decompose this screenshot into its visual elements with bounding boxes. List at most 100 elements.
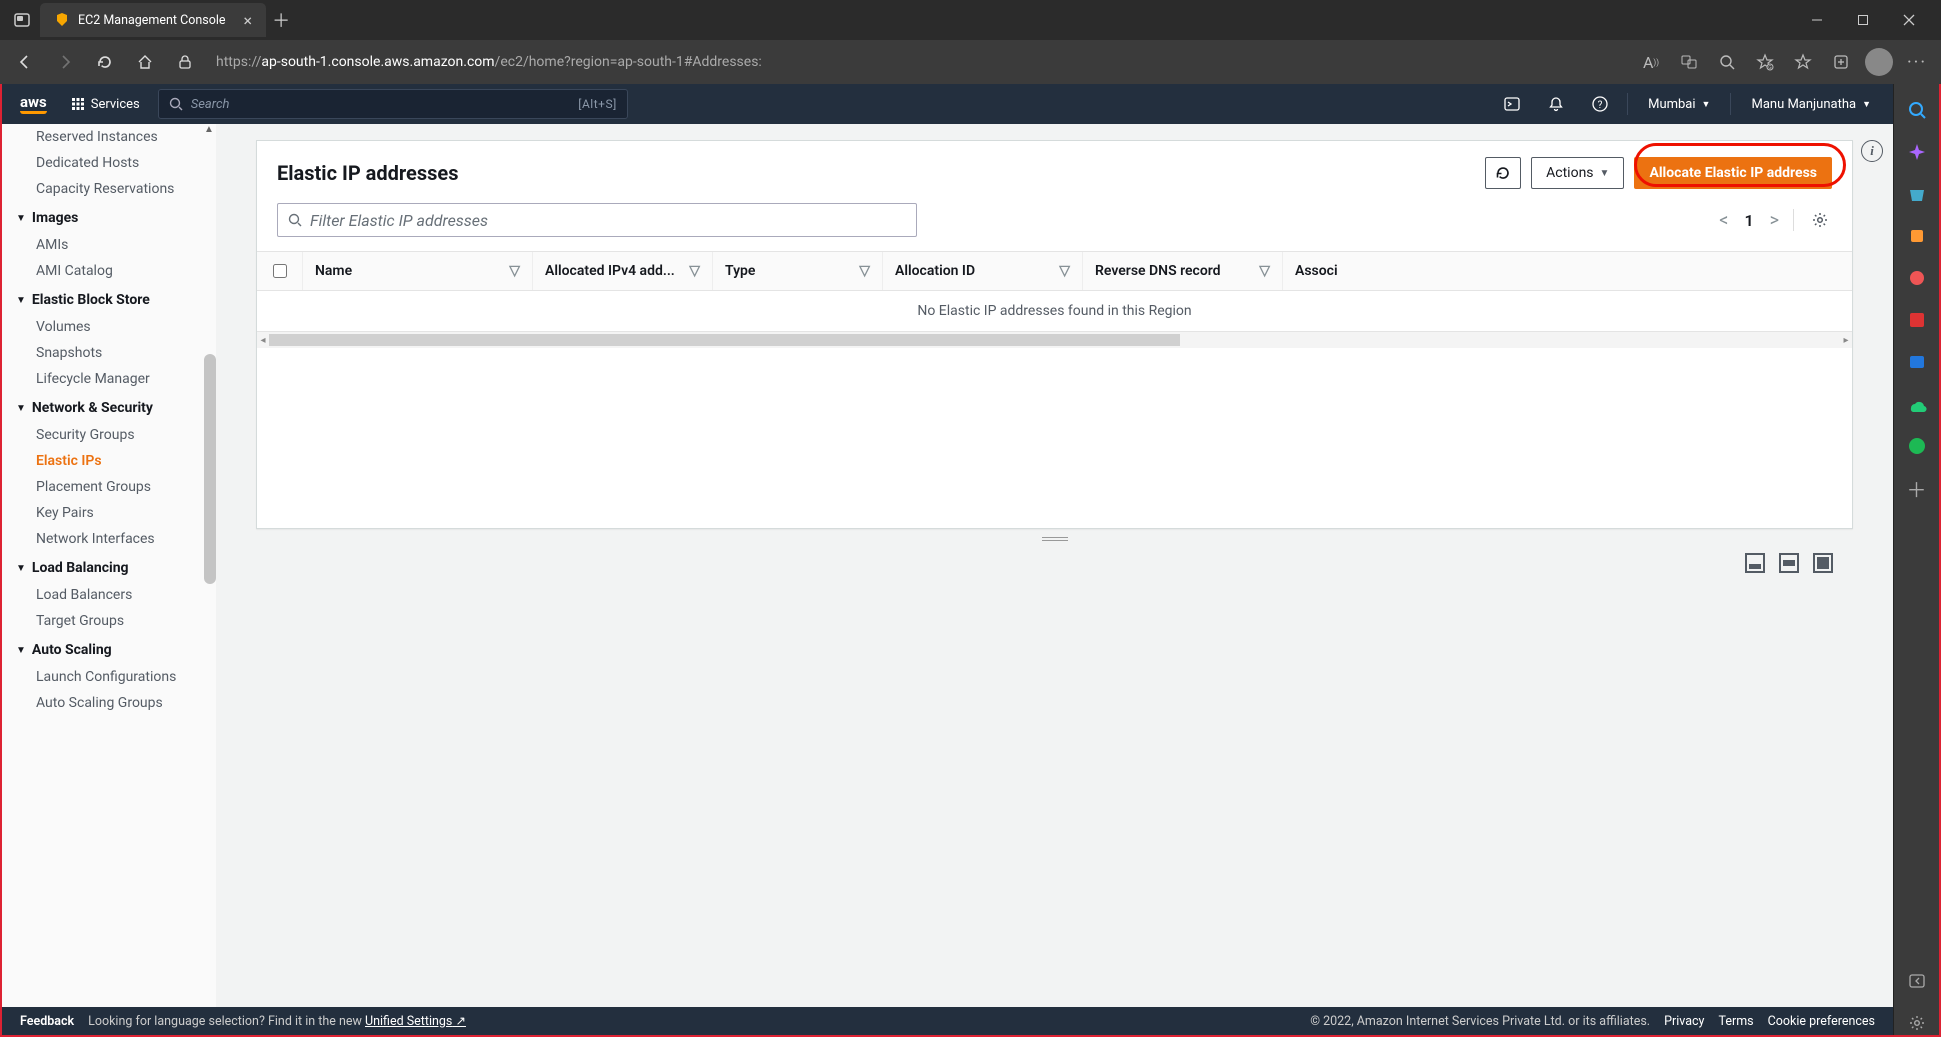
sidebar-item[interactable]: Load Balancers (2, 582, 216, 608)
sidebar-item[interactable]: Network Interfaces (2, 526, 216, 552)
allocate-elastic-ip-button[interactable]: Allocate Elastic IP address (1634, 157, 1832, 189)
sidebar-item[interactable]: AMIs (2, 232, 216, 258)
filter-placeholder: Filter Elastic IP addresses (310, 211, 488, 230)
sort-icon: ▽ (509, 263, 520, 279)
sidebar-item[interactable]: Lifecycle Manager (2, 366, 216, 392)
address-bar[interactable]: https://ap-south-1.console.aws.amazon.co… (208, 54, 1629, 70)
aws-logo[interactable]: aws (14, 95, 53, 114)
layout-side-icon[interactable] (1779, 553, 1799, 573)
aws-favicon-icon (54, 12, 70, 28)
services-menu[interactable]: Services (63, 97, 148, 112)
scrollbar-thumb[interactable] (204, 354, 216, 584)
edge-spotify-icon[interactable] (1905, 434, 1929, 458)
panel-splitter[interactable] (256, 529, 1853, 549)
profile-avatar[interactable] (1863, 46, 1895, 78)
sidebar-item[interactable]: Dedicated Hosts (2, 150, 216, 176)
sidebar-item[interactable]: Launch Configurations (2, 664, 216, 690)
footer-lang-text: Looking for language selection? Find it … (88, 1013, 466, 1029)
scroll-left-icon[interactable]: ◂ (257, 335, 269, 346)
ec2-sidebar[interactable]: ▲ Reserved Instances Dedicated Hosts Cap… (2, 124, 216, 1007)
sidebar-item[interactable]: Placement Groups (2, 474, 216, 500)
edge-copilot-icon[interactable] (1905, 140, 1929, 164)
collections-icon[interactable] (1825, 46, 1857, 78)
new-tab-button[interactable]: ＋ (266, 7, 296, 33)
details-panel-layout-controls (256, 549, 1853, 577)
sidebar-item-elastic-ips[interactable]: Elastic IPs (2, 448, 216, 474)
sidebar-item[interactable]: Capacity Reservations (2, 176, 216, 202)
sidebar-section-images[interactable]: ▼Images (2, 202, 216, 232)
close-window-button[interactable] (1887, 5, 1931, 35)
settings-gear-icon[interactable] (1808, 208, 1832, 232)
tab-overview-icon[interactable] (4, 0, 40, 40)
refresh-button[interactable] (1485, 157, 1521, 189)
favorites-star-icon[interactable]: G (1749, 46, 1781, 78)
prev-page-button[interactable]: < (1719, 210, 1728, 231)
back-button[interactable] (8, 45, 42, 79)
sidebar-section-net[interactable]: ▼Network & Security (2, 392, 216, 422)
scroll-up-icon[interactable]: ▲ (202, 124, 216, 138)
sidebar-item[interactable]: Key Pairs (2, 500, 216, 526)
footer-cookies[interactable]: Cookie preferences (1768, 1014, 1875, 1029)
favorites-icon[interactable] (1787, 46, 1819, 78)
edge-office-icon[interactable] (1905, 308, 1929, 332)
footer-terms[interactable]: Terms (1718, 1014, 1753, 1029)
sidebar-item[interactable]: Snapshots (2, 340, 216, 366)
edge-add-icon[interactable]: ＋ (1905, 476, 1929, 500)
edge-settings-gear-icon[interactable] (1905, 1011, 1929, 1035)
unified-settings-link[interactable]: Unified Settings ↗ (365, 1014, 466, 1029)
cloudshell-icon[interactable] (1495, 87, 1529, 121)
zoom-icon[interactable] (1711, 46, 1743, 78)
aws-logo-text: aws (20, 95, 47, 110)
hscroll-thumb[interactable] (269, 334, 1180, 346)
maximize-button[interactable] (1841, 5, 1885, 35)
horizontal-scrollbar[interactable]: ◂ ▸ (257, 332, 1852, 348)
browser-tab[interactable]: EC2 Management Console × (40, 3, 266, 37)
next-page-button[interactable]: > (1770, 210, 1779, 231)
select-all-checkbox[interactable] (257, 252, 303, 290)
edge-onedrive-icon[interactable] (1905, 392, 1929, 416)
sidebar-item[interactable]: Reserved Instances (2, 124, 216, 150)
sidebar-item[interactable]: Security Groups (2, 422, 216, 448)
th-type[interactable]: Type▽ (713, 252, 883, 290)
edge-games-icon[interactable] (1905, 266, 1929, 290)
filter-input[interactable]: Filter Elastic IP addresses (277, 203, 917, 237)
footer-privacy[interactable]: Privacy (1664, 1014, 1704, 1029)
th-name[interactable]: Name▽ (303, 252, 533, 290)
account-menu[interactable]: Manu Manjunatha▼ (1741, 97, 1881, 112)
edge-search-icon[interactable] (1905, 98, 1929, 122)
edge-tools-icon[interactable] (1905, 224, 1929, 248)
read-aloud-icon[interactable]: A)) (1635, 46, 1667, 78)
aws-search-input[interactable]: Search [Alt+S] (158, 89, 628, 119)
scroll-right-icon[interactable]: ▸ (1840, 335, 1852, 346)
actions-button[interactable]: Actions ▼ (1531, 157, 1624, 189)
refresh-button[interactable] (88, 45, 122, 79)
feedback-link[interactable]: Feedback (20, 1014, 74, 1029)
th-allocation-id[interactable]: Allocation ID▽ (883, 252, 1083, 290)
th-allocated-ipv4[interactable]: Allocated IPv4 add...▽ (533, 252, 713, 290)
th-reverse-dns[interactable]: Reverse DNS record▽ (1083, 252, 1283, 290)
close-tab-icon[interactable]: × (244, 11, 253, 30)
page-number: 1 (1744, 211, 1753, 230)
edge-outlook-icon[interactable] (1905, 350, 1929, 374)
edge-shopping-icon[interactable] (1905, 182, 1929, 206)
edge-collapse-icon[interactable] (1905, 969, 1929, 993)
region-selector[interactable]: Mumbai▼ (1638, 97, 1720, 112)
minimize-button[interactable] (1795, 5, 1839, 35)
info-icon[interactable]: i (1861, 140, 1883, 162)
sidebar-item[interactable]: AMI Catalog (2, 258, 216, 284)
sidebar-item[interactable]: Auto Scaling Groups (2, 690, 216, 716)
more-menu-icon[interactable]: ··· (1901, 46, 1933, 78)
layout-full-icon[interactable] (1813, 553, 1833, 573)
home-button[interactable] (128, 45, 162, 79)
sidebar-item[interactable]: Volumes (2, 314, 216, 340)
notifications-bell-icon[interactable] (1539, 87, 1573, 121)
layout-bottom-icon[interactable] (1745, 553, 1765, 573)
help-icon[interactable]: ? (1583, 87, 1617, 121)
sidebar-item[interactable]: Target Groups (2, 608, 216, 634)
sidebar-section-as[interactable]: ▼Auto Scaling (2, 634, 216, 664)
translate-icon[interactable] (1673, 46, 1705, 78)
sidebar-section-lb[interactable]: ▼Load Balancing (2, 552, 216, 582)
sidebar-section-ebs[interactable]: ▼Elastic Block Store (2, 284, 216, 314)
site-info-lock-icon[interactable] (168, 45, 202, 79)
th-associated[interactable]: Associ (1283, 252, 1852, 290)
